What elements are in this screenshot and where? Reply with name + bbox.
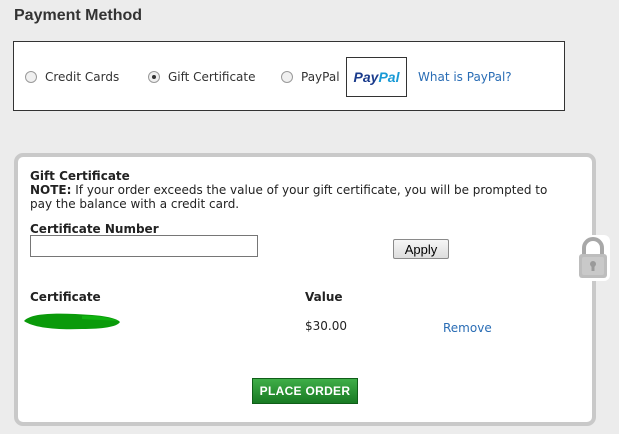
radio-button[interactable] [281,71,293,83]
certificate-number-input[interactable] [30,235,258,257]
gift-certificate-label: Gift Certificate [168,70,256,84]
gift-certificate-note: NOTE: If your order exceeds the value of… [30,183,548,211]
what-is-paypal-link[interactable]: What is PayPal? [418,70,512,84]
remove-link[interactable]: Remove [443,321,492,335]
radio-credit-cards[interactable]: Credit Cards [25,70,119,84]
value-column-header: Value [305,290,343,304]
place-order-button[interactable]: PLACE ORDER [252,378,358,404]
lock-icon [576,235,610,281]
apply-button[interactable]: Apply [393,239,449,259]
credit-cards-label: Credit Cards [45,70,120,84]
page-title: Payment Method [14,7,143,24]
radio-button-selected[interactable] [148,71,160,83]
paypal-logo: Pay Pal [346,57,407,97]
radio-paypal[interactable]: PayPal [281,70,340,84]
paypal-label: PayPal [301,70,340,84]
radio-button[interactable] [25,71,37,83]
payment-method-box: Credit Cards Gift Certificate PayPal Pay… [13,41,565,111]
certificate-value: $30.00 [305,319,347,333]
radio-gift-certificate[interactable]: Gift Certificate [148,70,256,84]
redacted-certificate-code [24,313,120,330]
certificate-column-header: Certificate [30,290,101,304]
gift-certificate-title: Gift Certificate [30,169,130,183]
certificate-number-label: Certificate Number [30,222,159,236]
gift-certificate-panel: Gift Certificate NOTE: If your order exc… [14,153,596,426]
